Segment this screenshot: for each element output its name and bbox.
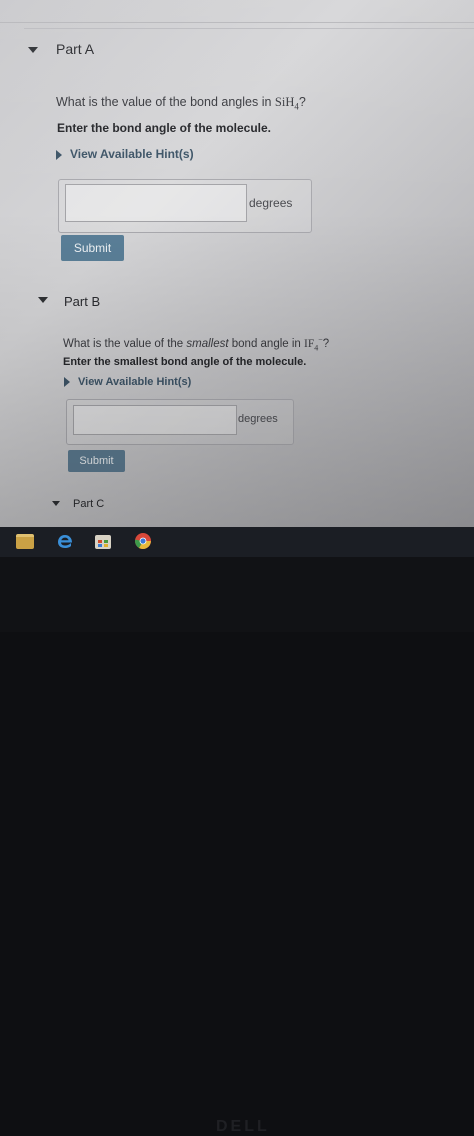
part-b-answer-box: degrees (66, 399, 294, 445)
part-b-answer-input[interactable] (73, 405, 237, 435)
part-b-emphasis: smallest (186, 337, 229, 350)
part-c-title[interactable]: Part C (73, 498, 104, 510)
expand-arrow-icon (56, 149, 62, 160)
part-b-collapse-icon[interactable] (38, 297, 48, 303)
chrome-icon[interactable] (134, 532, 152, 550)
part-a-unit: degrees (249, 196, 293, 210)
monitor-brand: DELL (216, 1118, 270, 1135)
part-a-title[interactable]: Part A (56, 41, 94, 57)
part-a-answer-input[interactable] (65, 184, 247, 222)
part-b-formula: IF4− (304, 335, 323, 353)
part-a-hint-label: View Available Hint(s) (70, 147, 194, 161)
page-top-divider (0, 0, 474, 23)
browser-viewport: Part A What is the value of the bond ang… (0, 0, 474, 532)
part-b-unit: degrees (238, 413, 278, 425)
part-a-answer-box: degrees (58, 179, 312, 233)
part-b-title[interactable]: Part B (64, 294, 100, 309)
part-a-question: What is the value of the bond angles in … (56, 95, 306, 112)
part-a-collapse-icon[interactable] (28, 47, 38, 53)
part-c-collapse-icon[interactable] (52, 501, 60, 506)
part-b-instruction: Enter the smallest bond angle of the mol… (63, 356, 307, 368)
part-b-hint-link[interactable]: View Available Hint(s) (64, 376, 191, 388)
store-icon[interactable] (95, 535, 111, 549)
part-a-hint-link[interactable]: View Available Hint(s) (56, 147, 194, 161)
expand-arrow-icon (64, 377, 70, 388)
part-b-question: What is the value of the smallest bond a… (63, 335, 330, 353)
part-a-instruction: Enter the bond angle of the molecule. (57, 121, 272, 135)
file-explorer-icon[interactable] (16, 534, 34, 549)
part-b-hint-label: View Available Hint(s) (78, 376, 192, 388)
part-b-submit-button[interactable]: Submit (68, 450, 125, 472)
part-a-question-text: What is the value of the bond angles in (56, 95, 275, 109)
part-a-submit-button[interactable]: Submit (61, 235, 124, 261)
part-a-formula: SiH4 (274, 95, 299, 112)
